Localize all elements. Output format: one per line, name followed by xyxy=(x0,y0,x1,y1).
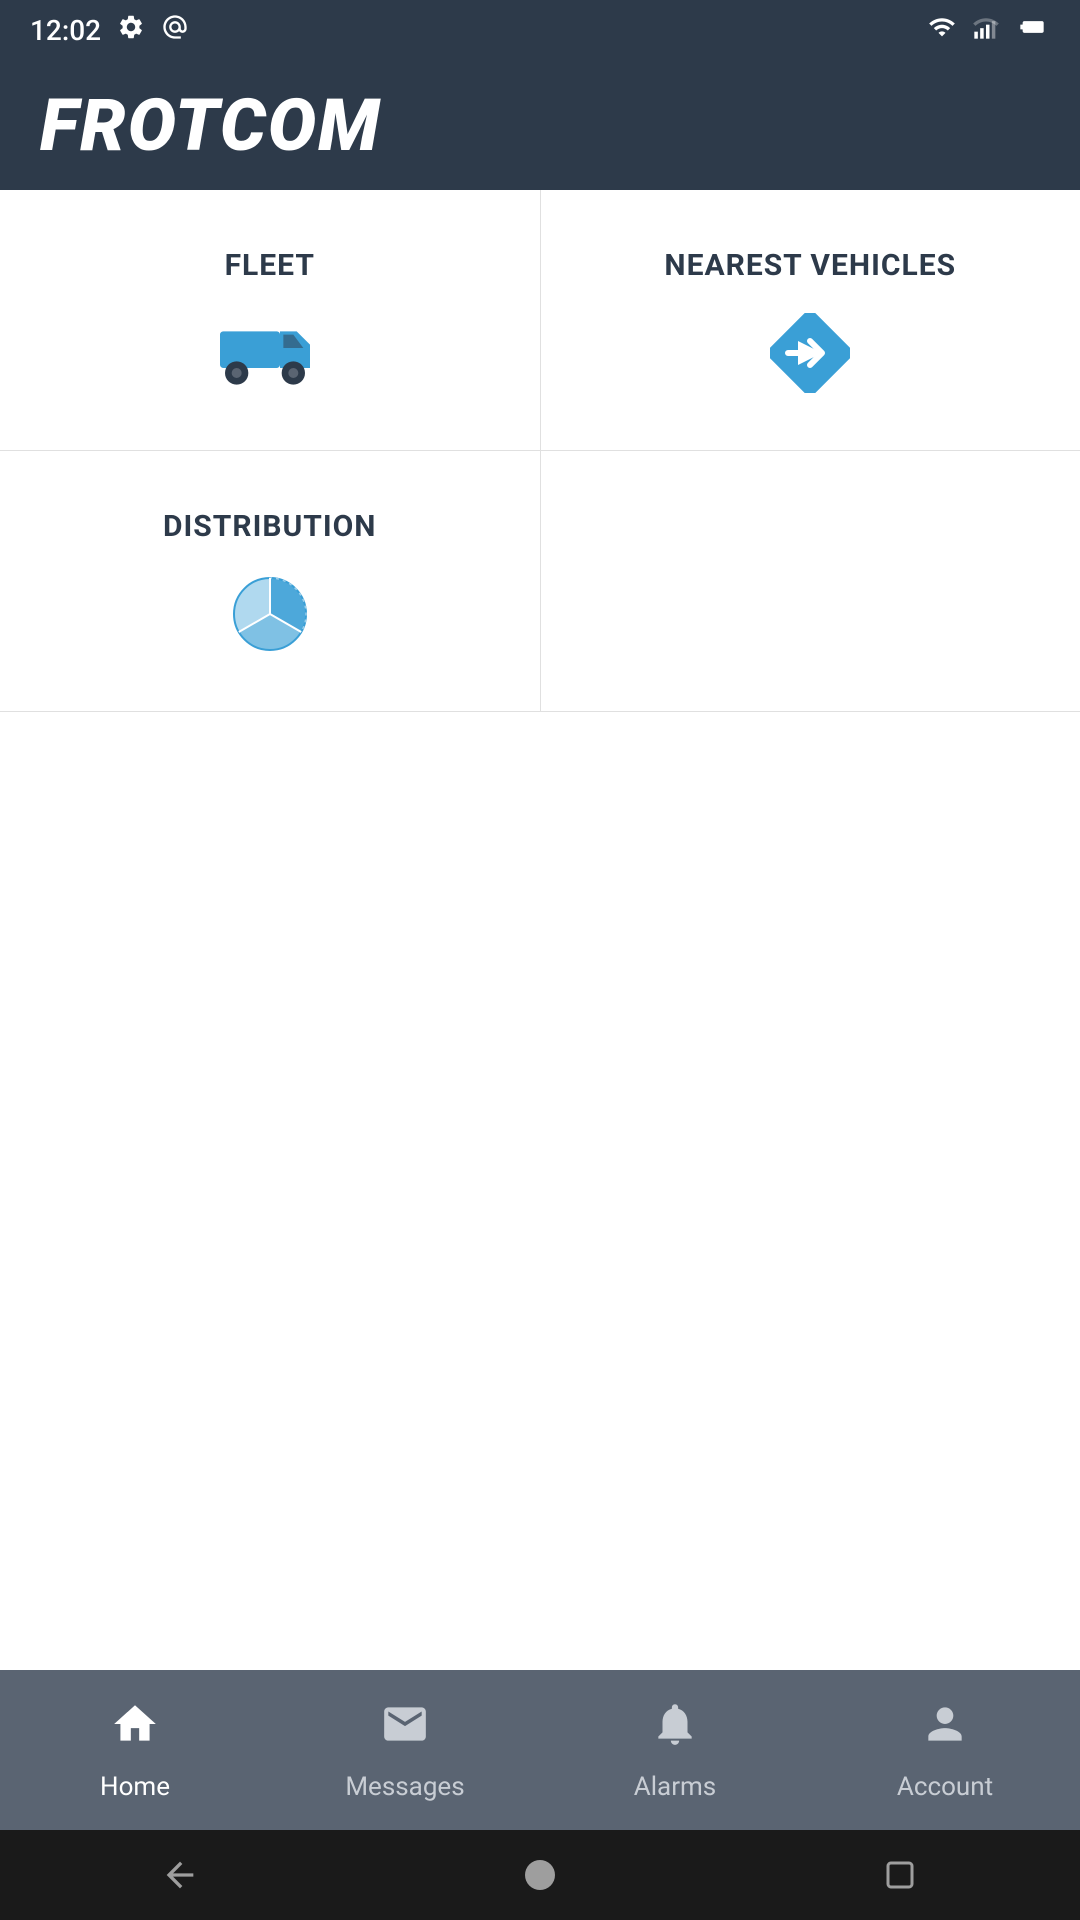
distribution-cell[interactable]: DISTRIBUTION xyxy=(0,451,541,711)
messages-icon xyxy=(380,1699,430,1762)
empty-cell xyxy=(541,451,1080,711)
home-icon xyxy=(110,1699,160,1762)
distribution-label: DISTRIBUTION xyxy=(163,509,376,544)
status-bar: 12:02 xyxy=(0,0,1080,60)
pie-icon xyxy=(220,574,320,654)
truck-icon xyxy=(220,313,320,393)
messages-label: Messages xyxy=(345,1772,464,1802)
home-label: Home xyxy=(100,1772,170,1802)
recent-apps-button[interactable] xyxy=(870,1845,930,1905)
account-label: Account xyxy=(897,1772,993,1802)
main-content: FLEET NEAREST VEHICLES xyxy=(0,190,1080,1670)
status-right xyxy=(926,13,1050,48)
nearest-vehicles-cell[interactable]: NEAREST VEHICLES xyxy=(541,190,1080,450)
wifi-icon xyxy=(926,13,958,48)
nav-item-account[interactable]: Account xyxy=(810,1683,1080,1818)
nav-item-home[interactable]: Home xyxy=(0,1683,270,1818)
app-header: FROTCOM xyxy=(0,60,1080,190)
signal-icon xyxy=(972,13,1000,48)
back-button[interactable] xyxy=(150,1845,210,1905)
at-icon xyxy=(161,13,189,48)
grid-row-2: DISTRIBUTION xyxy=(0,451,1080,712)
grid-row-1: FLEET NEAREST VEHICLES xyxy=(0,190,1080,451)
sys-nav-bar xyxy=(0,1830,1080,1920)
battery-icon xyxy=(1014,13,1050,48)
nav-item-alarms[interactable]: Alarms xyxy=(540,1683,810,1818)
time-display: 12:02 xyxy=(30,14,101,47)
settings-icon xyxy=(117,13,145,48)
alarms-label: Alarms xyxy=(634,1772,716,1802)
fleet-cell[interactable]: FLEET xyxy=(0,190,541,450)
empty-space xyxy=(0,712,1080,1670)
nearest-vehicles-label: NEAREST VEHICLES xyxy=(664,248,956,283)
app-logo: FROTCOM xyxy=(40,83,381,168)
sys-home-button[interactable] xyxy=(510,1845,570,1905)
alarms-icon xyxy=(650,1699,700,1762)
nav-arrow-icon xyxy=(760,313,860,393)
nav-item-messages[interactable]: Messages xyxy=(270,1683,540,1818)
bottom-nav: Home Messages Alarms Account xyxy=(0,1670,1080,1830)
fleet-label: FLEET xyxy=(225,248,315,283)
account-icon xyxy=(920,1699,970,1762)
status-left: 12:02 xyxy=(30,13,189,48)
